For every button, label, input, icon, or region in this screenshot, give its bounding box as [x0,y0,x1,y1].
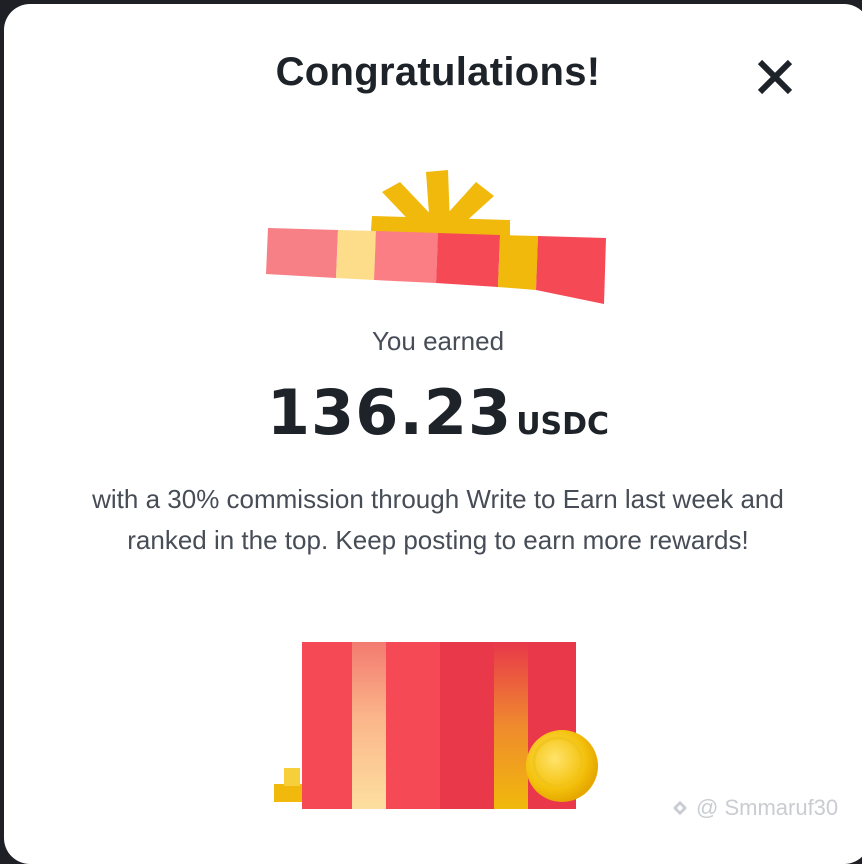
binance-logo-icon [673,800,687,816]
earned-label: You earned [371,326,505,356]
close-button[interactable] [752,54,798,100]
close-icon [757,59,793,95]
gift-box-illustration [274,642,598,809]
watermark-text: @ Smmaruf30 [696,795,839,820]
amount-currency: USDC [516,407,610,442]
reward-message: with a 30% commission through Write to E… [92,484,784,555]
amount-value: 136.23 [266,376,513,449]
watermark: @ Smmaruf30 [670,794,838,822]
gift-lid-illustration [266,170,606,304]
reward-dialog: Congratulations! You earned 136.23 USDC w… [4,4,862,864]
earned-amount: 136.23 USDC [4,376,862,449]
dialog-title: Congratulations! [275,50,601,94]
